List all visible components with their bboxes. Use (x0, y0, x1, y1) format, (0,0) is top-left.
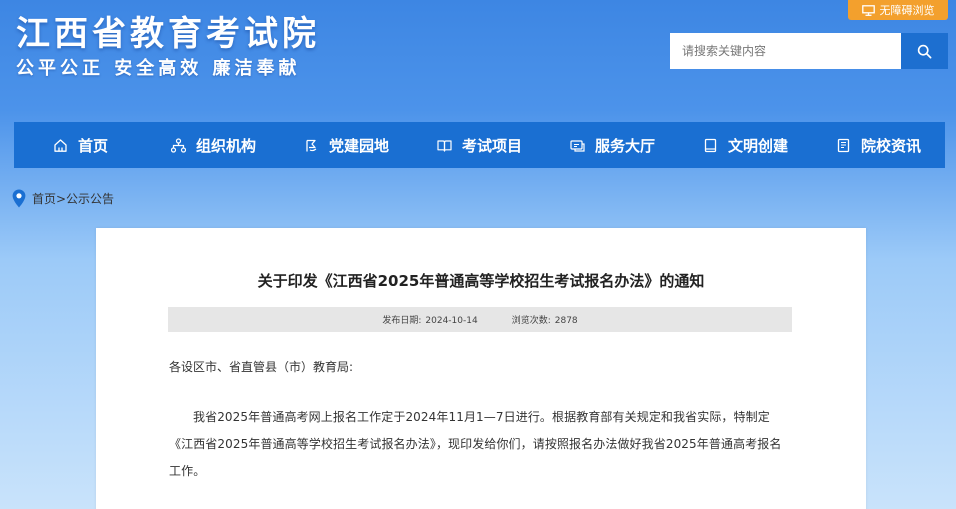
article-salutation: 各设区市、省直管县（市）教育局: (169, 360, 354, 374)
search-icon (917, 44, 932, 58)
main-nav: 首页 组织机构 党建园地 考试项目 服务大厅 文明创建 院校资讯 (14, 122, 945, 168)
nav-label: 服务大厅 (594, 136, 655, 155)
nav-item-service-hall[interactable]: 服务大厅 (546, 122, 679, 168)
nav-item-school-news[interactable]: 院校资讯 (812, 122, 945, 168)
nav-label: 首页 (77, 136, 108, 155)
book-icon (704, 138, 717, 152)
accessibility-button[interactable]: 无障碍浏览 (848, 0, 948, 20)
nav-item-exams[interactable]: 考试项目 (413, 122, 546, 168)
search-input[interactable] (670, 33, 901, 69)
nav-item-organization[interactable]: 组织机构 (147, 122, 280, 168)
publish-date-value: 2024-10-14 (425, 316, 478, 326)
org-chart-icon (170, 137, 186, 153)
breadcrumb: 首页>公示公告 (12, 188, 114, 208)
document-icon (837, 138, 850, 152)
nav-label: 考试项目 (461, 136, 522, 155)
publish-date-label: 发布日期: (382, 316, 422, 326)
publish-date: 发布日期: 2024-10-14 (382, 313, 477, 326)
location-pin-icon (12, 189, 26, 207)
view-count-label: 浏览次数: (511, 316, 551, 326)
search-button[interactable] (901, 33, 948, 69)
article-meta: 发布日期: 2024-10-14 浏览次数: 2878 (168, 307, 792, 332)
accessibility-label: 无障碍浏览 (879, 4, 935, 17)
breadcrumb-path[interactable]: 首页>公示公告 (32, 190, 114, 207)
home-icon (54, 138, 67, 152)
site-header: 江西省教育考试院 公平公正 安全高效 廉洁奉献 无障碍浏览 (0, 0, 956, 118)
book-open-icon (437, 139, 452, 152)
article-panel: 关于印发《江西省2025年普通高等学校招生考试报名办法》的通知 发布日期: 202… (96, 228, 866, 509)
nav-label: 文明创建 (727, 136, 788, 155)
service-hall-icon (570, 139, 585, 152)
monitor-icon (861, 4, 875, 16)
nav-item-civilization[interactable]: 文明创建 (679, 122, 812, 168)
article-title: 关于印发《江西省2025年普通高等学校招生考试报名办法》的通知 (257, 272, 705, 290)
view-count: 浏览次数: 2878 (512, 313, 578, 326)
nav-item-home[interactable]: 首页 (14, 122, 147, 168)
site-slogan: 公平公正 安全高效 廉洁奉献 (16, 58, 301, 79)
nav-label: 院校资讯 (860, 136, 921, 155)
site-title[interactable]: 江西省教育考试院 (16, 6, 320, 55)
nav-item-party[interactable]: 党建园地 (280, 122, 413, 168)
nav-label: 组织机构 (195, 136, 256, 155)
party-icon (306, 139, 317, 151)
view-count-value: 2878 (554, 316, 578, 326)
article-paragraph: 我省2025年普通高考网上报名工作定于2024年11月1—7日进行。根据教育部有… (169, 410, 782, 478)
nav-label: 党建园地 (328, 136, 389, 155)
